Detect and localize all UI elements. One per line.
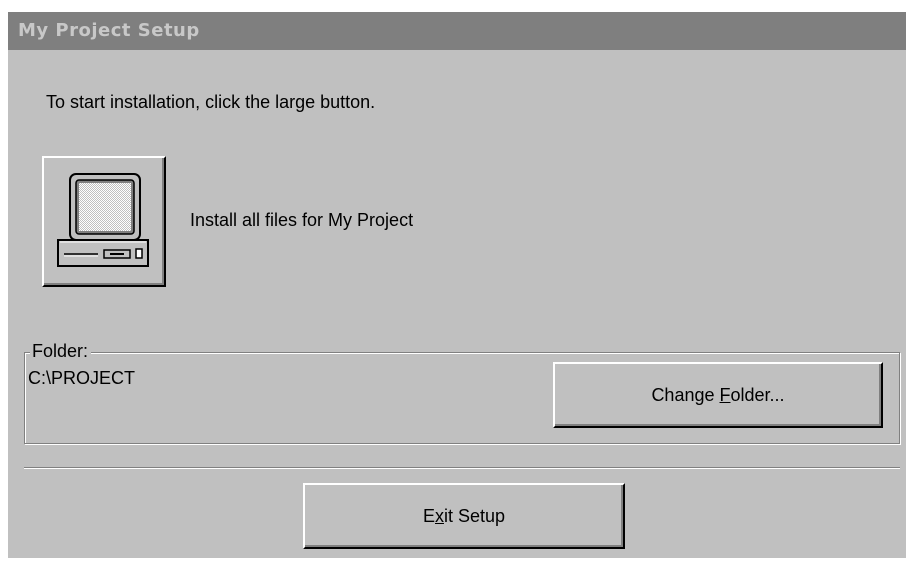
exit-label-end: it Setup xyxy=(443,505,506,526)
setup-window: My Project Setup To start installation, … xyxy=(8,12,906,558)
install-label: Install all files for My Project xyxy=(190,210,414,230)
exit-setup-label: Exit Setup xyxy=(423,506,505,527)
separator xyxy=(24,467,900,469)
exit-mnemonic: x xyxy=(434,505,444,526)
change-folder-button[interactable]: Change Folder... xyxy=(553,362,883,428)
change-folder-label: Change Folder... xyxy=(651,385,784,406)
instruction-text: To start installation, click the large b… xyxy=(46,92,376,112)
change-folder-label-end: older... xyxy=(730,384,785,405)
change-folder-mnemonic: F xyxy=(719,384,731,405)
exit-setup-button[interactable]: Exit Setup xyxy=(303,483,625,549)
change-folder-label-start: Change xyxy=(651,384,720,405)
title-bar[interactable]: My Project Setup xyxy=(8,12,906,50)
window-title: My Project Setup xyxy=(18,20,200,41)
computer-icon xyxy=(57,173,149,267)
install-button[interactable] xyxy=(42,156,166,287)
folder-group-label: Folder: xyxy=(30,341,92,362)
exit-label-start: E xyxy=(422,505,435,526)
folder-path: C:\PROJECT xyxy=(28,368,136,388)
